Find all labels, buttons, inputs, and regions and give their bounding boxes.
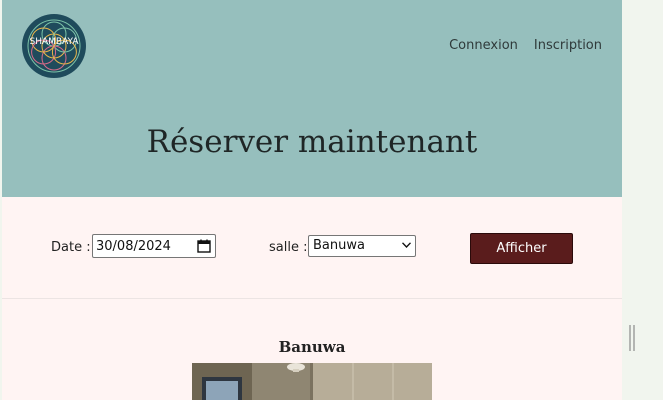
page-title: Réserver maintenant	[146, 124, 478, 160]
chevron-down-icon	[402, 242, 411, 248]
salle-label: salle :	[269, 240, 308, 255]
site-header: SHAMBAYA Connexion Inscription Réserver …	[2, 0, 622, 197]
page: SHAMBAYA Connexion Inscription Réserver …	[2, 0, 622, 400]
salle-select[interactable]: Banuwa	[308, 235, 416, 257]
afficher-button[interactable]: Afficher	[470, 233, 573, 264]
room-name: Banuwa	[278, 338, 346, 356]
nav-link-inscription[interactable]: Inscription	[534, 38, 602, 53]
logo-text: SHAMBAYA	[29, 37, 79, 47]
date-input[interactable]: 30/08/2024	[92, 234, 216, 258]
top-nav: Connexion Inscription	[449, 38, 602, 53]
date-value: 30/08/2024	[96, 239, 171, 254]
reservation-filters: Date : 30/08/2024 salle : Banuwa Affiche…	[2, 197, 622, 299]
room-photo	[192, 363, 432, 400]
room-photo-image	[192, 363, 432, 400]
date-label: Date :	[51, 240, 91, 255]
salle-selected-value: Banuwa	[313, 238, 365, 253]
resize-grip-icon[interactable]	[627, 325, 637, 351]
reservation-content: Date : 30/08/2024 salle : Banuwa Affiche…	[2, 197, 622, 400]
calendar-icon[interactable]	[197, 239, 211, 253]
site-logo[interactable]: SHAMBAYA	[22, 14, 86, 78]
nav-link-connexion[interactable]: Connexion	[449, 38, 518, 53]
